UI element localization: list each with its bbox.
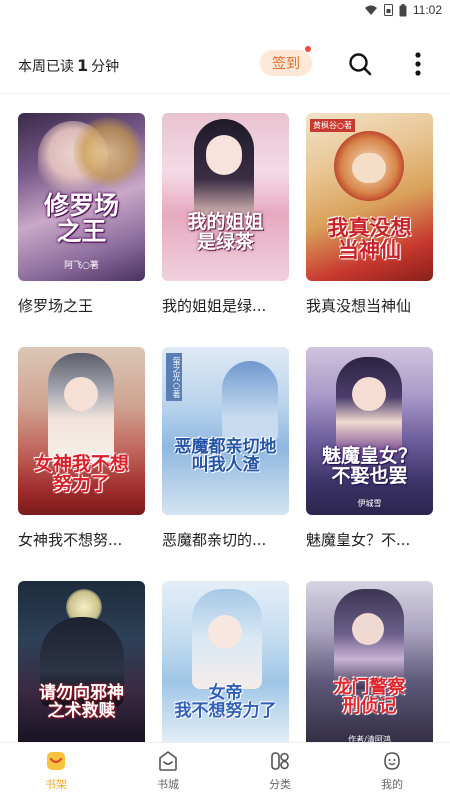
sim-icon [383,4,393,16]
notification-dot [305,46,311,52]
book-title: 修罗场之王 [18,297,94,315]
checkin-label: 签到 [272,56,300,72]
tab-profile[interactable]: 我的 [362,749,422,797]
wifi-icon [364,4,378,16]
book-cover: 黄枫谷○著 我真没想 当神仙 [306,113,433,281]
book-title: 恶魔都亲切的... [162,531,267,549]
bottom-tab-bar: 书架 书城 分类 我的 [0,742,450,801]
book-title: 我真没想当神仙 [306,297,412,315]
book-cover: 女神我不想 努力了 [18,347,145,515]
category-icon [271,752,289,770]
tab-bookshelf[interactable]: 书架 [26,749,86,797]
header: 本周已读 1 分钟 签到 [0,38,450,94]
tab-label: 我的 [381,778,403,791]
reading-suffix: 分钟 [91,59,120,75]
status-bar: 11:02 [0,0,450,20]
book-cover: 魅魔皇女？ 不娶也罢 伊城雪 [306,347,433,515]
book-cover: 我的姐姐 是绿茶 [162,113,289,281]
book-cover: 请勿向邪神 之术救赎 [18,581,145,749]
book-card[interactable]: 请勿向邪神 之术救赎 [18,581,145,763]
search-icon [349,53,372,76]
tab-label: 书城 [157,778,179,791]
battery-icon [399,3,407,17]
book-title: 女神我不想努... [18,531,123,549]
weekly-reading-stat: 本周已读 1 分钟 [18,56,119,76]
tab-label: 分类 [269,778,291,791]
cover-author: 伊城雪 [357,499,382,508]
book-card[interactable]: 女帝 我不想努力了 [162,581,289,763]
status-time: 11:02 [412,3,442,17]
book-title: 魅魔皇女？不... [306,531,411,549]
book-card[interactable]: 魅魔皇女？ 不娶也罢 伊城雪 魅魔皇女？不... [306,347,433,550]
tab-category[interactable]: 分类 [250,749,310,797]
header-divider [0,93,450,94]
store-icon [159,751,177,771]
book-card[interactable]: 黄枫谷○著 我真没想 当神仙 我真没想当神仙 [306,113,433,316]
book-title: 我的姐姐是绿... [162,297,267,315]
more-vertical-icon [415,52,421,76]
profile-icon [384,752,400,770]
book-cover: 女帝 我不想努力了 [162,581,289,749]
bookshelf-icon [47,752,65,770]
cover-author: 阿飞○著 [64,261,99,271]
reading-minutes: 1 [77,56,89,75]
book-cover: 萤之光○著 恶魔都亲切地 叫我人渣 [162,347,289,515]
tab-store[interactable]: 书城 [138,749,198,797]
tab-label: 书架 [45,778,67,791]
cover-author: 黄枫谷○著 [310,119,355,132]
book-card[interactable]: 龙门警察 刑侦记 作者/清阿鸿 [306,581,433,763]
cover-author: 萤之光○著 [166,353,182,401]
book-card[interactable]: 我的姐姐 是绿茶 我的姐姐是绿... [162,113,289,316]
more-button[interactable] [408,50,428,78]
book-card[interactable]: 萤之光○著 恶魔都亲切地 叫我人渣 恶魔都亲切的... [162,347,289,550]
book-cover: 修罗场 之王 阿飞○著 [18,113,145,281]
reading-prefix: 本周已读 [18,59,74,75]
book-card[interactable]: 修罗场 之王 阿飞○著 修罗场之王 [18,113,145,316]
book-cover: 龙门警察 刑侦记 作者/清阿鸿 [306,581,433,749]
book-card[interactable]: 女神我不想 努力了 女神我不想努... [18,347,145,550]
checkin-button[interactable]: 签到 [260,50,312,76]
search-button[interactable] [346,50,374,78]
